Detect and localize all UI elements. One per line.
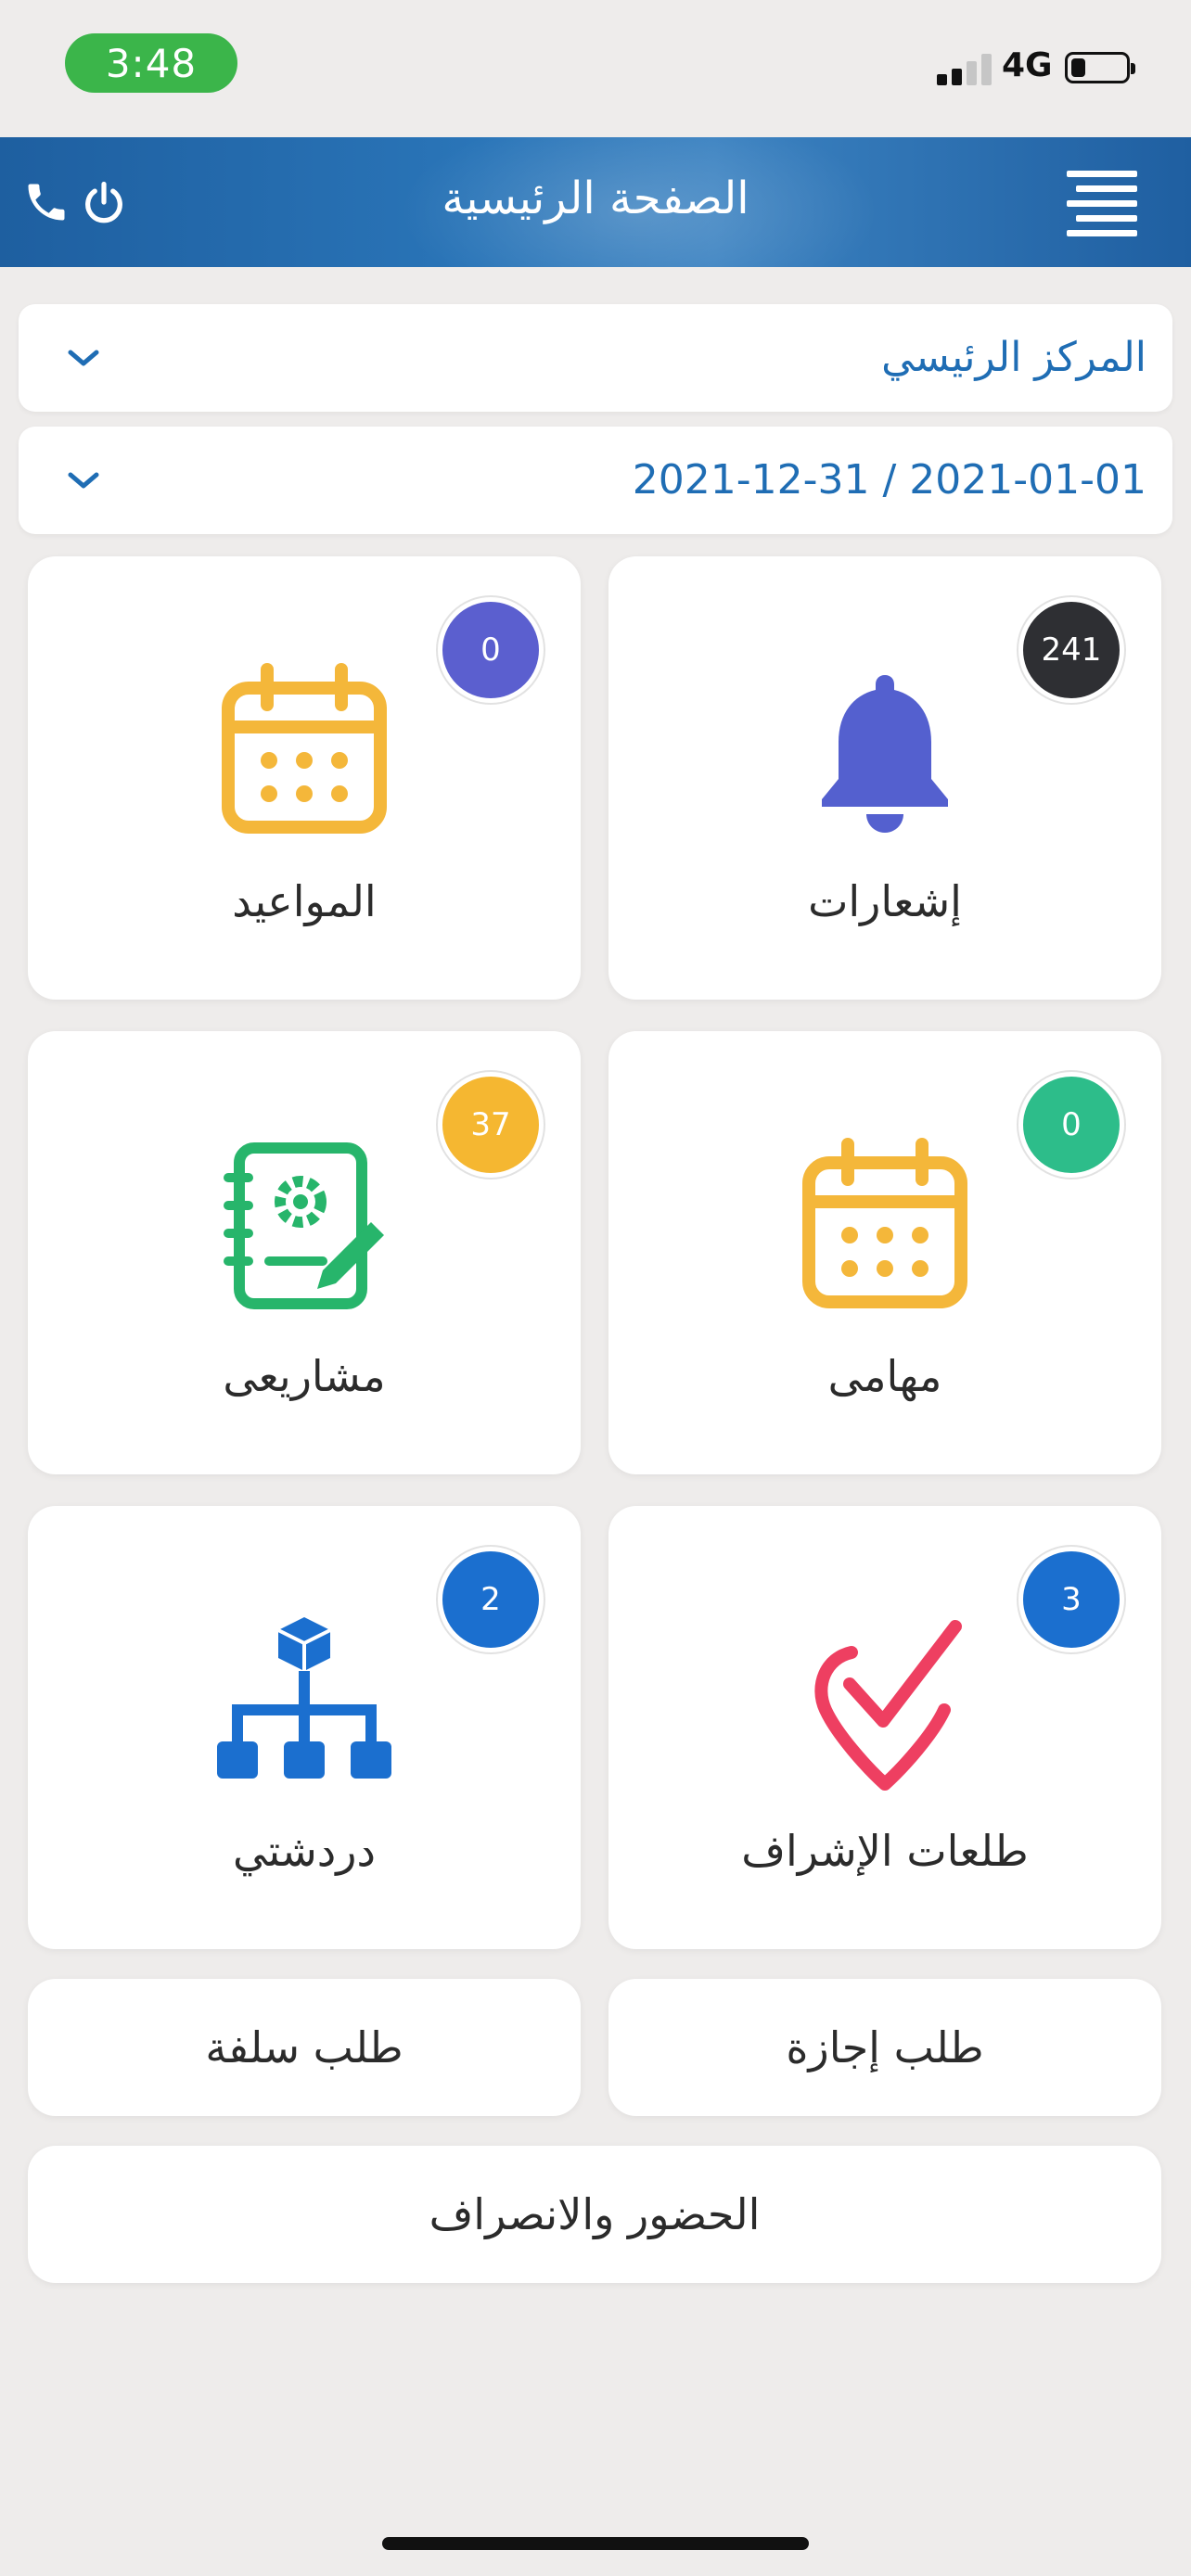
app-header: الصفحة الرئيسية <box>0 137 1191 267</box>
network-label: 4G <box>1002 46 1053 84</box>
calendar-icon <box>222 663 387 834</box>
my-tasks-label: مهامى <box>827 1351 942 1401</box>
status-time: 3:48 <box>65 33 237 93</box>
supervision-trips-card[interactable]: 3 طلعات الإشراف <box>608 1506 1161 1949</box>
my-chat-card[interactable]: 2 دردشتي <box>28 1506 581 1949</box>
notifications-badge: 241 <box>1018 597 1124 703</box>
signal-icon <box>937 52 994 85</box>
my-projects-card[interactable]: 37 مشاريعى <box>28 1031 581 1474</box>
leave-request-button[interactable]: طلب إجازة <box>608 1979 1161 2116</box>
my-projects-badge: 37 <box>438 1072 544 1178</box>
home-indicator <box>382 2537 809 2550</box>
hamburger-menu-icon[interactable] <box>1067 171 1137 237</box>
hierarchy-icon <box>217 1617 391 1779</box>
notifications-card[interactable]: 241 إشعارات <box>608 556 1161 1000</box>
supervision-trips-label: طلعات الإشراف <box>741 1826 1029 1876</box>
my-projects-label: مشاريعى <box>223 1351 386 1401</box>
center-dropdown-value: المركز الرئيسي <box>881 334 1146 381</box>
bell-icon <box>822 675 948 833</box>
date-range-value: 2021-12-31 / 2021-01-01 <box>632 456 1146 504</box>
appointments-badge: 0 <box>438 597 544 703</box>
my-chat-badge: 2 <box>438 1547 544 1652</box>
center-dropdown[interactable]: المركز الرئيسي <box>19 304 1172 412</box>
advance-request-button[interactable]: طلب سلفة <box>28 1979 581 2116</box>
status-bar: 3:48 4G <box>0 0 1191 137</box>
notifications-label: إشعارات <box>808 876 962 926</box>
calendar-icon <box>802 1138 967 1308</box>
my-chat-label: دردشتي <box>233 1826 376 1876</box>
appointments-card[interactable]: 0 المواعيد <box>28 556 581 1000</box>
date-range-dropdown[interactable]: 2021-12-31 / 2021-01-01 <box>19 427 1172 534</box>
my-tasks-card[interactable]: 0 مهامى <box>608 1031 1161 1474</box>
project-notebook-icon <box>224 1142 384 1309</box>
attendance-button[interactable]: الحضور والانصراف <box>28 2146 1161 2283</box>
supervision-trips-badge: 3 <box>1018 1547 1124 1652</box>
page-title: الصفحة الرئيسية <box>442 172 749 224</box>
my-tasks-badge: 0 <box>1018 1072 1124 1178</box>
battery-icon <box>1065 52 1135 83</box>
appointments-label: المواعيد <box>232 876 377 926</box>
chevron-down-icon <box>68 350 99 366</box>
chevron-down-icon <box>68 472 99 489</box>
location-check-icon <box>814 1620 962 1791</box>
